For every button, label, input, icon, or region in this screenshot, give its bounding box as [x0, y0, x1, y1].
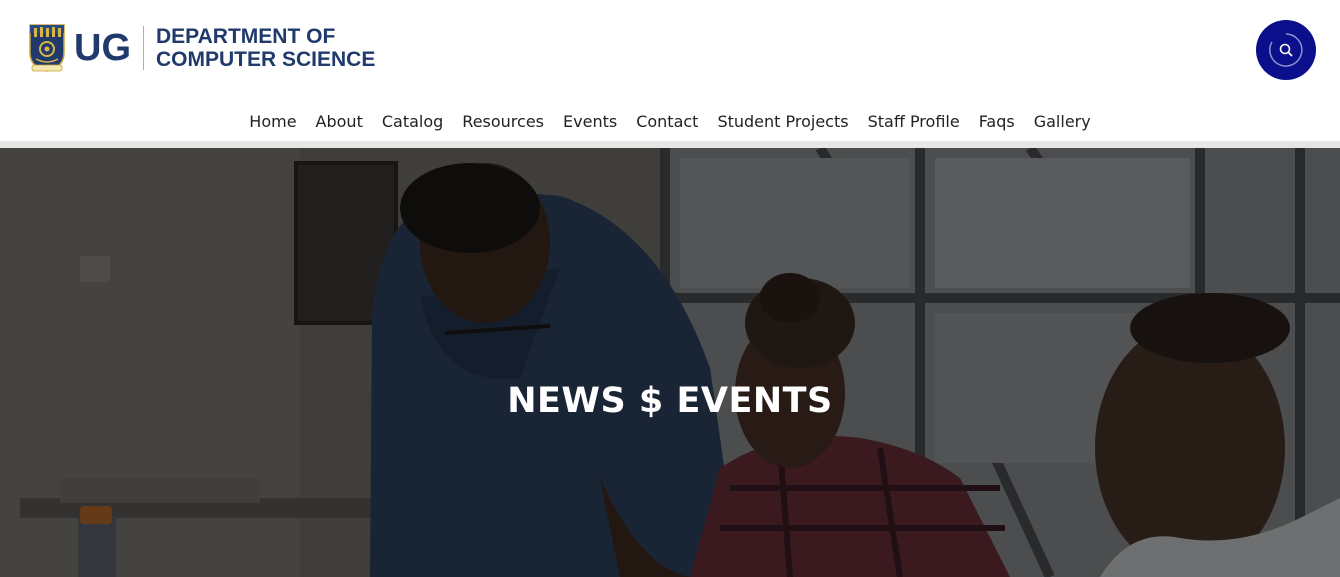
hero-title: NEWS $ EVENTS — [507, 381, 833, 421]
site-header: UG DEPARTMENT OF COMPUTER SCIENCE Home A… — [0, 0, 1340, 141]
nav-item-student-projects[interactable]: Student Projects — [717, 112, 848, 131]
nav-item-home[interactable]: Home — [249, 112, 296, 131]
hero-top-strip — [0, 141, 1340, 148]
logo-dept-line-1: DEPARTMENT OF — [156, 25, 336, 48]
hero-banner: NEWS $ EVENTS — [0, 141, 1340, 577]
logo-department-name: DEPARTMENT OF COMPUTER SCIENCE — [156, 25, 375, 71]
logo-dept-line-2: COMPUTER SCIENCE — [156, 48, 376, 71]
nav-item-events[interactable]: Events — [563, 112, 617, 131]
nav-item-contact[interactable]: Contact — [636, 112, 698, 131]
nav-item-staff-profile[interactable]: Staff Profile — [868, 112, 960, 131]
nav-item-gallery[interactable]: Gallery — [1034, 112, 1091, 131]
nav-item-about[interactable]: About — [316, 112, 363, 131]
nav-item-faqs[interactable]: Faqs — [979, 112, 1015, 131]
search-icon — [1269, 33, 1303, 67]
search-button[interactable] — [1256, 20, 1316, 80]
logo-ug-text: UG — [74, 27, 131, 69]
site-logo-link[interactable]: UG DEPARTMENT OF COMPUTER SCIENCE — [28, 22, 375, 74]
nav-item-catalog[interactable]: Catalog — [382, 112, 443, 131]
main-nav: Home About Catalog Resources Events Cont… — [0, 106, 1340, 136]
logo-divider — [143, 26, 144, 70]
university-crest-icon — [29, 24, 65, 72]
hero-background-photo — [0, 148, 1340, 577]
nav-item-resources[interactable]: Resources — [462, 112, 544, 131]
